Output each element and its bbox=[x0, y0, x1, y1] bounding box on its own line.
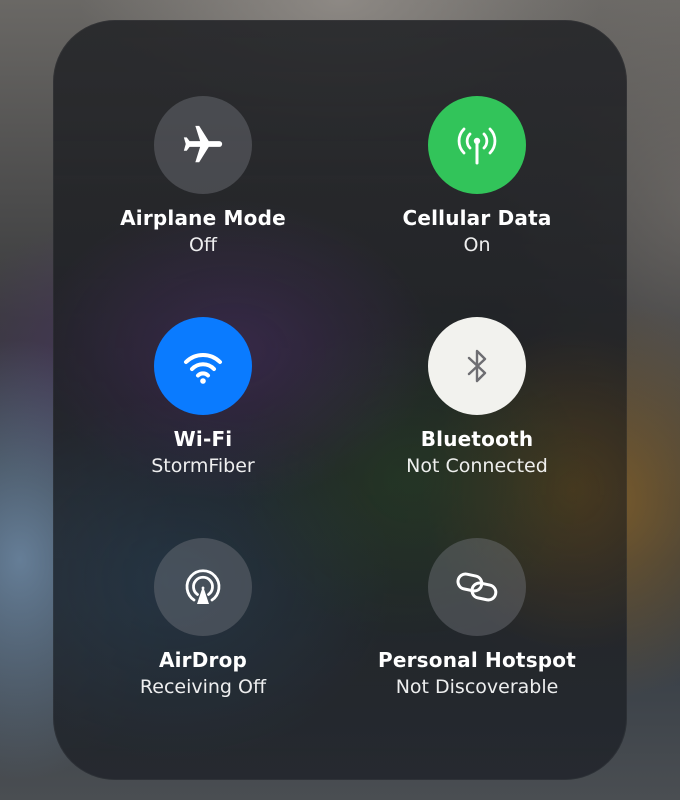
airplane-icon bbox=[180, 122, 226, 168]
wifi-network-name: StormFiber bbox=[151, 455, 255, 477]
hotspot-icon bbox=[452, 562, 502, 612]
personal-hotspot-toggle[interactable] bbox=[428, 538, 526, 636]
antenna-icon bbox=[453, 121, 501, 169]
personal-hotspot-label: Personal Hotspot bbox=[377, 648, 577, 672]
airplane-mode-label: Airplane Mode bbox=[120, 206, 286, 230]
airdrop-icon bbox=[178, 562, 228, 612]
airdrop-label: AirDrop bbox=[158, 648, 248, 672]
wifi-toggle[interactable] bbox=[154, 317, 252, 415]
airplane-mode-status: Off bbox=[188, 234, 218, 256]
bluetooth-toggle[interactable] bbox=[428, 317, 526, 415]
cellular-data-toggle[interactable] bbox=[428, 96, 526, 194]
wifi-tile: Wi-Fi StormFiber bbox=[83, 317, 323, 517]
personal-hotspot-tile: Personal Hotspot Not Discoverable bbox=[357, 538, 597, 738]
cellular-data-tile: Cellular Data On bbox=[357, 96, 597, 296]
airdrop-tile: AirDrop Receiving Off bbox=[83, 538, 323, 738]
cellular-data-status: On bbox=[463, 234, 491, 256]
airdrop-toggle[interactable] bbox=[154, 538, 252, 636]
bluetooth-label: Bluetooth bbox=[420, 427, 534, 451]
airplane-mode-toggle[interactable] bbox=[154, 96, 252, 194]
bluetooth-status: Not Connected bbox=[406, 455, 548, 477]
cellular-data-label: Cellular Data bbox=[402, 206, 552, 230]
airplane-mode-tile: Airplane Mode Off bbox=[83, 96, 323, 296]
bluetooth-tile: Bluetooth Not Connected bbox=[357, 317, 597, 517]
wifi-icon bbox=[179, 342, 227, 390]
connectivity-panel: Airplane Mode Off Cellular Data On Wi-Fi… bbox=[53, 20, 627, 780]
wifi-label: Wi-Fi bbox=[173, 427, 233, 451]
bluetooth-icon bbox=[455, 344, 499, 388]
personal-hotspot-status: Not Discoverable bbox=[395, 676, 559, 698]
airdrop-status: Receiving Off bbox=[139, 676, 267, 698]
